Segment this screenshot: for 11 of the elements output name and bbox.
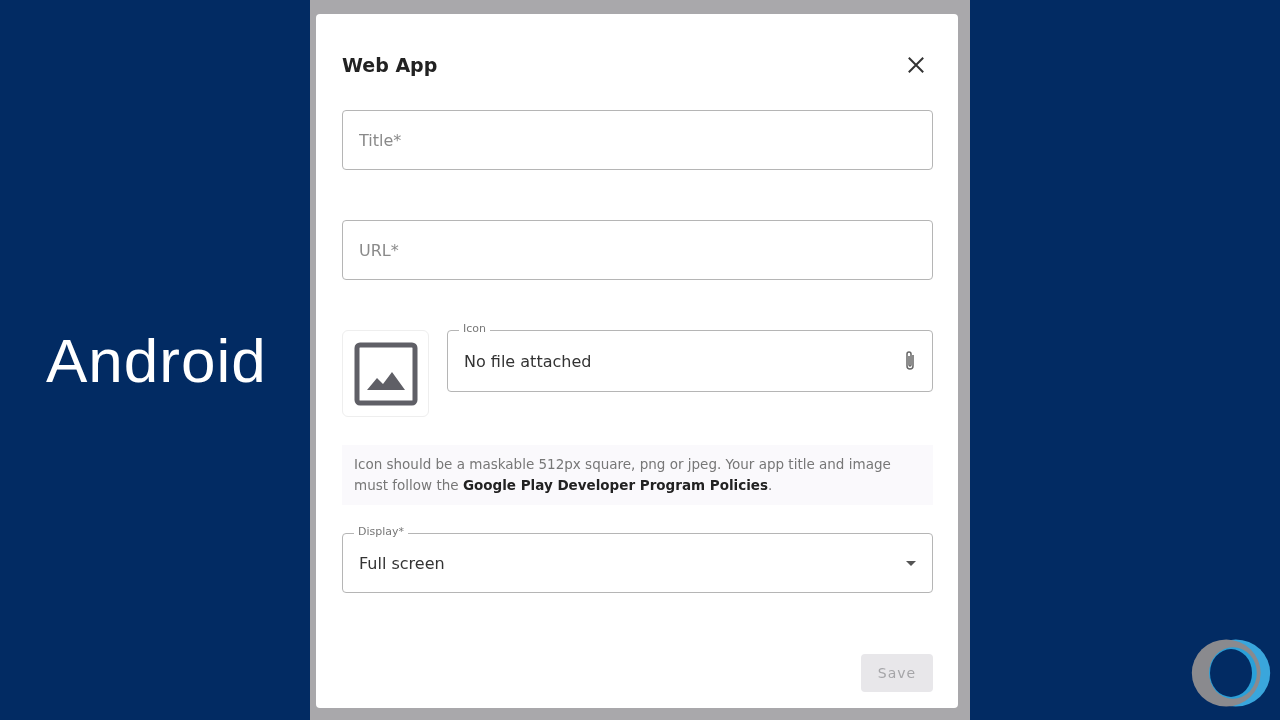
close-icon[interactable] — [907, 56, 925, 74]
hint-text: Icon should be a maskable 512px square, png or jpeg. Your app title and image must follow the Google Play Developer Program Policies. — [342, 445, 933, 505]
text-field[interactable]: Title* — [342, 110, 933, 170]
paperclip-icon[interactable] — [904, 349, 916, 373]
dialog-title: Web App — [342, 54, 438, 76]
overlay-title: Android — [46, 324, 267, 396]
text-field[interactable]: URL* — [342, 220, 933, 280]
image-icon — [353, 341, 418, 406]
dropdown-caret-icon — [906, 560, 916, 566]
field-label: Display* — [354, 525, 409, 538]
field-label: Icon — [459, 322, 490, 335]
